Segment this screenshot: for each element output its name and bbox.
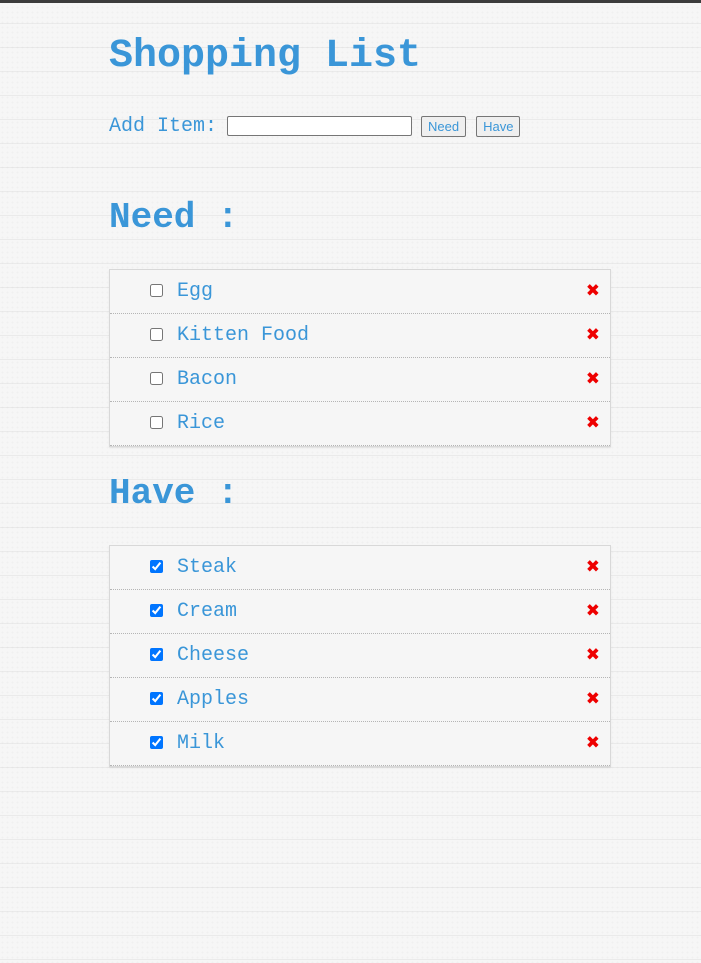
add-item-input[interactable] — [227, 116, 413, 136]
list-item: Steak ✖ — [110, 546, 610, 590]
add-need-button[interactable]: Need — [421, 115, 467, 137]
list-item: Kitten Food ✖ — [110, 314, 610, 358]
item-checkbox[interactable] — [150, 284, 163, 297]
item-label: Cheese — [177, 644, 250, 667]
item-label: Egg — [177, 280, 214, 303]
have-list: Steak ✖ Cream ✖ Cheese ✖ Apples ✖ Milk ✖ — [109, 545, 611, 767]
item-label: Apples — [177, 688, 250, 711]
list-item: Egg ✖ — [110, 270, 610, 314]
have-heading: Have : — [109, 473, 239, 514]
page-title: Shopping List — [109, 34, 422, 79]
item-checkbox[interactable] — [150, 372, 163, 385]
close-icon[interactable]: ✖ — [586, 402, 600, 445]
list-item: Rice ✖ — [110, 402, 610, 446]
list-item: Milk ✖ — [110, 722, 610, 766]
close-icon[interactable]: ✖ — [586, 358, 600, 401]
item-label: Rice — [177, 412, 226, 435]
list-item: Cheese ✖ — [110, 634, 610, 678]
add-item-form: Add Item: Need Have — [109, 114, 530, 138]
list-item: Apples ✖ — [110, 678, 610, 722]
close-icon[interactable]: ✖ — [586, 270, 600, 313]
close-icon[interactable]: ✖ — [586, 590, 600, 633]
list-item: Cream ✖ — [110, 590, 610, 634]
item-label: Cream — [177, 600, 238, 623]
item-label: Kitten Food — [177, 324, 310, 347]
item-label: Bacon — [177, 368, 238, 391]
item-checkbox[interactable] — [150, 416, 163, 429]
add-have-button[interactable]: Have — [476, 115, 521, 137]
item-checkbox[interactable] — [150, 328, 163, 341]
item-checkbox[interactable] — [150, 560, 163, 573]
item-label: Milk — [177, 732, 226, 755]
need-list: Egg ✖ Kitten Food ✖ Bacon ✖ Rice ✖ — [109, 269, 611, 447]
item-checkbox[interactable] — [150, 736, 163, 749]
item-checkbox[interactable] — [150, 692, 163, 705]
top-bar — [0, 0, 701, 3]
close-icon[interactable]: ✖ — [586, 634, 600, 677]
item-label: Steak — [177, 556, 238, 579]
need-heading: Need : — [109, 197, 239, 238]
list-item: Bacon ✖ — [110, 358, 610, 402]
close-icon[interactable]: ✖ — [586, 546, 600, 589]
close-icon[interactable]: ✖ — [586, 678, 600, 721]
add-item-label: Add Item: — [109, 114, 218, 138]
close-icon[interactable]: ✖ — [586, 722, 600, 765]
item-checkbox[interactable] — [150, 648, 163, 661]
item-checkbox[interactable] — [150, 604, 163, 617]
close-icon[interactable]: ✖ — [586, 314, 600, 357]
